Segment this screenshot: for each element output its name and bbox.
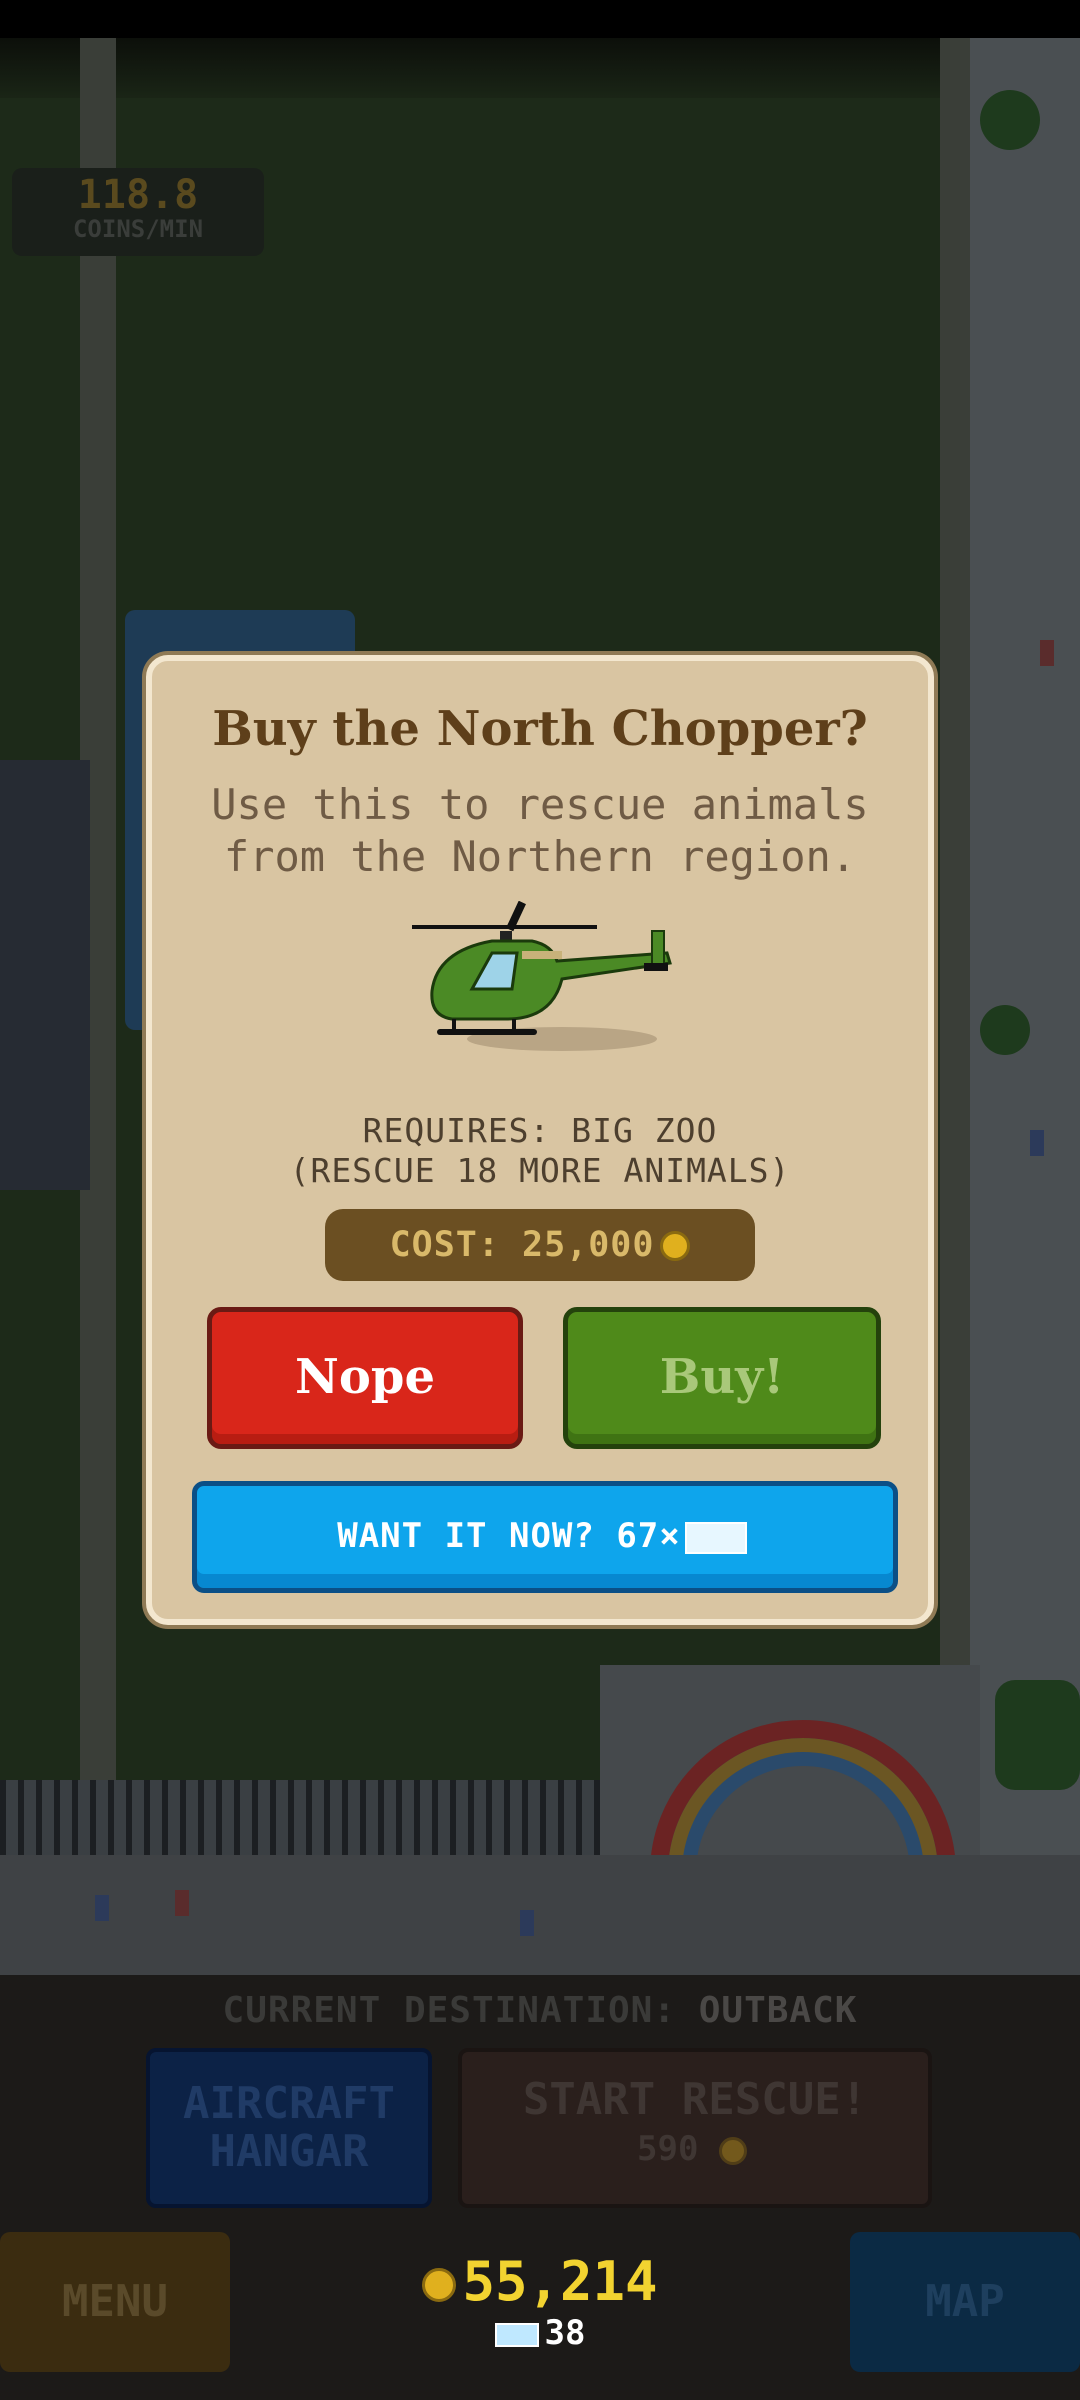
footpath <box>940 38 970 1798</box>
description-line: from the Northern region. <box>223 832 857 881</box>
visitor <box>1030 1130 1044 1156</box>
destination-value: OUTBACK <box>698 1990 858 2031</box>
visitor <box>175 1890 189 1916</box>
gem-balance: 38 <box>544 2313 586 2353</box>
cost-label: COST: 25,000 <box>389 1225 655 1265</box>
visitor <box>1040 640 1054 666</box>
dialog-description: Use this to rescue animals from the Nort… <box>192 779 888 883</box>
helicopter-icon <box>412 901 672 1051</box>
start-rescue-label: START RESCUE! <box>522 2074 868 2125</box>
visitor <box>95 1895 109 1921</box>
start-rescue-button[interactable]: START RESCUE! 590 <box>458 2048 932 2208</box>
want-it-now-button[interactable]: WANT IT NOW? 67× <box>192 1481 898 1593</box>
visitor <box>520 1910 534 1936</box>
description-line: Use this to rescue animals <box>211 780 869 829</box>
requirement-line: (RESCUE 18 MORE ANIMALS) <box>289 1151 791 1190</box>
map-button[interactable]: MAP <box>850 2232 1080 2372</box>
menu-button[interactable]: MENU <box>0 2232 230 2372</box>
purchase-dialog: Buy the North Chopper? Use this to rescu… <box>146 655 934 1625</box>
current-destination: CURRENT DESTINATION: OUTBACK <box>0 1990 1080 2031</box>
aircraft-hangar-button[interactable]: AIRCRAFT HANGAR <box>146 2048 432 2208</box>
coins-per-minute-value: 118.8 <box>77 172 199 218</box>
destination-label: CURRENT DESTINATION: <box>222 1990 677 2031</box>
coin-balance: 55,214 <box>462 2250 658 2313</box>
coin-icon <box>718 2136 747 2165</box>
nope-button[interactable]: Nope <box>207 1307 523 1449</box>
dialog-title: Buy the North Chopper? <box>212 701 868 757</box>
top-shade <box>0 38 1080 98</box>
cost-badge: COST: 25,000 <box>325 1209 755 1281</box>
building <box>0 760 90 1190</box>
hangar-label-line1: AIRCRAFT <box>183 2078 395 2129</box>
gem-icon <box>494 2322 539 2347</box>
bush <box>995 1680 1080 1790</box>
requirements-text: REQUIRES: BIG ZOO (RESCUE 18 MORE ANIMAL… <box>172 1111 908 1191</box>
coin-icon <box>660 1231 691 1261</box>
coins-per-minute-display: 118.8 COINS/MIN <box>12 168 264 256</box>
fence <box>0 1780 600 1855</box>
coin-icon <box>422 2268 457 2303</box>
buy-button[interactable]: Buy! <box>563 1307 881 1449</box>
tree <box>980 90 1040 150</box>
tree <box>980 1005 1030 1055</box>
coins-per-minute-label: COINS/MIN <box>72 215 204 243</box>
gem-icon <box>684 1521 747 1554</box>
hangar-label-line2: HANGAR <box>209 2126 369 2177</box>
street <box>0 1855 1080 1975</box>
status-bar <box>0 0 1080 38</box>
requirement-line: REQUIRES: BIG ZOO <box>362 1111 718 1150</box>
want-it-now-label: WANT IT NOW? 67× <box>337 1516 681 1556</box>
currency-display: 55,214 38 <box>250 2250 830 2353</box>
start-rescue-cost: 590 <box>637 2129 699 2169</box>
